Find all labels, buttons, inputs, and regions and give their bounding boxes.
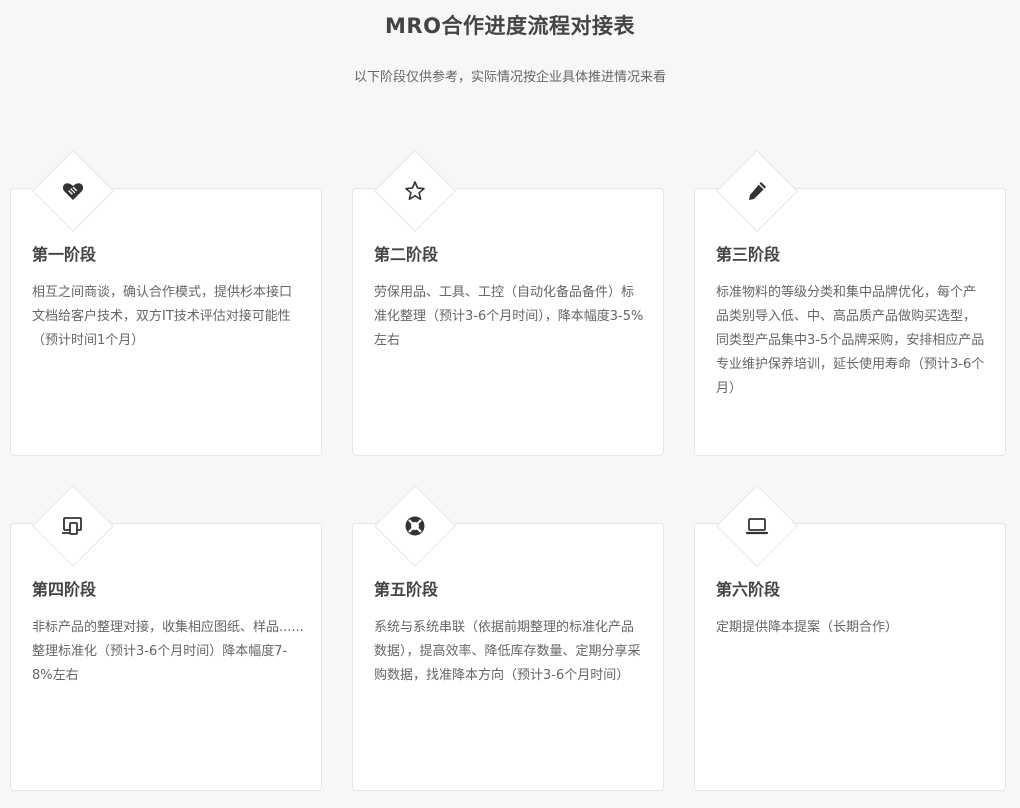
stage-card-4: 第四阶段 非标产品的整理对接，收集相应图纸、样品......整理标准化（预计3-… — [10, 484, 322, 791]
stage-description: 劳保用品、工具、工控（自动化备品备件）标准化整理（预计3-6个月时间），降本幅度… — [374, 285, 644, 348]
stage-description: 定期提供降本提案（长期合作） — [716, 620, 899, 635]
stage-description: 系统与系统串联（依据前期整理的标准化产品数据），提高效率、降低库存数量、定期分享… — [374, 620, 641, 683]
handshake-heart-icon — [44, 162, 102, 220]
lifebuoy-icon — [386, 497, 444, 555]
stage-title: 第四阶段 — [32, 580, 97, 599]
stage-card-6: 第六阶段 定期提供降本提案（长期合作） — [694, 484, 1006, 791]
stage-title: 第六阶段 — [716, 580, 781, 599]
stage-description: 非标产品的整理对接，收集相应图纸、样品......整理标准化（预计3-6个月时间… — [32, 620, 304, 683]
page-subtitle: 以下阶段仅供参考，实际情况按企业具体推进情况来看 — [353, 70, 666, 85]
stage-description: 标准物料的等级分类和集中品牌优化，每个产品类别导入低、中、高品质产品做购买选型，… — [716, 285, 985, 396]
stage-title: 第一阶段 — [32, 245, 97, 264]
stage-title: 第二阶段 — [374, 245, 439, 264]
stage-card-5: 第五阶段 系统与系统串联（依据前期整理的标准化产品数据），提高效率、降低库存数量… — [352, 484, 664, 791]
stage-title: 第五阶段 — [374, 580, 439, 599]
stage-title: 第三阶段 — [716, 245, 781, 264]
stage-description: 相互之间商谈，确认合作模式，提供杉本接口文档给客户技术，双方IT技术评估对接可能… — [32, 285, 293, 348]
laptop-icon — [728, 497, 786, 555]
page-title: MRO合作进度流程对接表 — [385, 14, 635, 38]
stage-card-1: 第一阶段 相互之间商谈，确认合作模式，提供杉本接口文档给客户技术，双方IT技术评… — [10, 149, 322, 456]
star-icon — [386, 162, 444, 220]
stage-card-2: 第二阶段 劳保用品、工具、工控（自动化备品备件）标准化整理（预计3-6个月时间）… — [352, 149, 664, 456]
stage-card-3: 第三阶段 标准物料的等级分类和集中品牌优化，每个产品类别导入低、中、高品质产品做… — [694, 149, 1006, 456]
devices-icon — [44, 497, 102, 555]
pen-icon — [728, 162, 786, 220]
